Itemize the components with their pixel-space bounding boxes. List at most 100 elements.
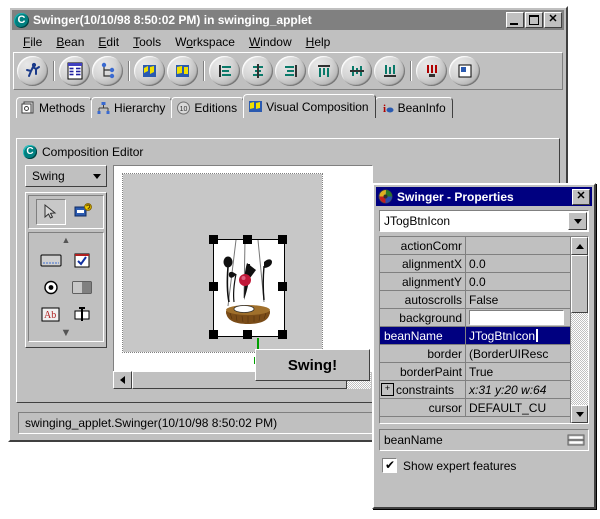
maximize-button[interactable] <box>525 12 543 28</box>
arrow-pointer-icon <box>44 203 56 219</box>
selection-pointer-tool[interactable] <box>35 199 66 225</box>
expand-plus-icon[interactable]: + <box>381 383 394 396</box>
color-value-field[interactable] <box>469 310 564 325</box>
connect-bean-2-button[interactable] <box>167 56 198 86</box>
property-value[interactable]: False <box>466 291 570 309</box>
swing-button[interactable]: Swing! <box>255 349 370 381</box>
run-button[interactable] <box>17 56 48 86</box>
property-value[interactable]: 0.0 <box>466 255 570 273</box>
align-top-button[interactable] <box>308 56 339 86</box>
separator-4 <box>406 58 415 84</box>
table-row[interactable]: border (BorderUIResc <box>380 345 570 363</box>
table-row[interactable]: + constraints x:31 y:20 w:64 <box>380 381 570 399</box>
main-window-titlebar[interactable]: C Swinger(10/10/98 8:50:02 PM) in swingi… <box>12 10 564 30</box>
choose-bean-tool[interactable] <box>68 199 97 223</box>
menu-file[interactable]: File <box>16 34 49 50</box>
show-expert-features-checkbox[interactable]: ✔ <box>382 458 397 473</box>
property-value[interactable]: DEFAULT_CU <box>466 399 570 417</box>
tab-methods[interactable]: Methods <box>16 97 93 118</box>
property-value-editing[interactable]: JTogBtnIcon <box>466 327 570 345</box>
vscroll-thumb[interactable] <box>571 255 588 313</box>
composition-editor-header: C Composition Editor <box>17 139 559 162</box>
hierarchy-button[interactable] <box>92 56 123 86</box>
property-value[interactable] <box>466 237 570 255</box>
vce-c-icon: C <box>14 12 29 28</box>
menu-help[interactable]: Help <box>299 34 338 50</box>
align-center-horizontal-icon <box>252 64 263 78</box>
resize-handle-ne[interactable] <box>278 235 287 244</box>
menu-tools[interactable]: Tools <box>126 34 168 50</box>
table-row[interactable]: actionComr <box>380 237 570 255</box>
palette-category-combo[interactable]: Swing <box>25 165 107 187</box>
chevron-down-icon <box>573 218 582 224</box>
check-mark-icon: ✔ <box>385 458 396 472</box>
align-center-h-button[interactable] <box>242 56 273 86</box>
vscroll-up-arrow[interactable] <box>571 237 588 255</box>
table-row[interactable]: autoscrolls False <box>380 291 570 309</box>
align-top-icon <box>317 65 330 77</box>
table-row[interactable]: background <box>380 309 570 327</box>
close-button[interactable]: ✕ <box>544 12 562 28</box>
resize-handle-sw[interactable] <box>209 330 218 339</box>
vscroll-down-arrow[interactable] <box>571 405 588 423</box>
selected-image-component[interactable] <box>205 231 291 343</box>
tab-hierarchy[interactable]: Hierarchy <box>91 97 173 118</box>
minimize-button[interactable] <box>506 12 524 28</box>
jcheckbox-bean[interactable] <box>67 248 96 272</box>
table-row[interactable]: alignmentX 0.0 <box>380 255 570 273</box>
align-right-button[interactable] <box>275 56 306 86</box>
resize-handle-nw[interactable] <box>209 235 218 244</box>
align-bottom-button[interactable] <box>374 56 405 86</box>
jlabel-bean[interactable]: Ab <box>36 302 65 326</box>
jbutton-bean[interactable] <box>36 248 65 272</box>
property-name: borderPaint <box>380 363 466 381</box>
resize-handle-w[interactable] <box>209 282 218 291</box>
property-value[interactable]: x:31 y:20 w:64 <box>466 381 570 399</box>
resize-handle-n[interactable] <box>243 235 252 244</box>
match-size-button[interactable] <box>449 56 480 86</box>
resize-handle-e[interactable] <box>278 282 287 291</box>
property-value[interactable]: (BorderUIResc <box>466 345 570 363</box>
property-name: actionComr <box>380 237 466 255</box>
property-editor-icon[interactable] <box>567 433 585 447</box>
tab-visual-composition[interactable]: Visual Composition <box>243 94 376 118</box>
chevron-down-icon[interactable] <box>93 173 101 179</box>
table-row[interactable]: cursor DEFAULT_CU <box>380 399 570 417</box>
menu-edit[interactable]: Edit <box>91 34 126 50</box>
menu-workspace[interactable]: Workspace <box>168 34 242 50</box>
tab-editions[interactable]: 10 Editions <box>171 97 245 118</box>
property-value[interactable]: True <box>466 363 570 381</box>
properties-dialog-titlebar[interactable]: Swinger - Properties ✕ <box>376 187 592 206</box>
align-left-button[interactable] <box>209 56 240 86</box>
properties-vscrollbar[interactable] <box>570 237 588 423</box>
menu-window[interactable]: Window <box>242 34 299 50</box>
property-value[interactable]: 0.0 <box>466 273 570 291</box>
properties-table[interactable]: actionComr alignmentX 0.0 alignmentY 0.0… <box>379 236 589 424</box>
jtextfield-bean[interactable] <box>67 302 96 326</box>
align-center-v-button[interactable] <box>341 56 372 86</box>
bean-selector-combo[interactable]: JTogBtnIcon <box>379 210 589 232</box>
property-name: beanName <box>380 327 466 345</box>
show-expert-features-row[interactable]: ✔ Show expert features <box>382 458 589 473</box>
connect-bean-button[interactable] <box>134 56 165 86</box>
property-edit-field[interactable]: beanName <box>379 429 589 451</box>
resize-handle-se[interactable] <box>278 330 287 339</box>
bean-selector-dropdown-button[interactable] <box>568 212 587 230</box>
table-row-selected[interactable]: beanName JTogBtnIcon <box>380 327 570 345</box>
property-value[interactable] <box>466 309 570 327</box>
editions-icon: 10 <box>176 101 191 115</box>
table-row[interactable]: alignmentY 0.0 <box>380 273 570 291</box>
palette-scroll-down-arrow[interactable]: ▼ <box>32 328 100 339</box>
tab-beaninfo[interactable]: i BeanInfo <box>374 97 453 118</box>
menu-bean[interactable]: Bean <box>49 34 91 50</box>
properties-table-button[interactable] <box>59 56 90 86</box>
palette-scroll-up-arrow[interactable]: ▲ <box>32 236 100 245</box>
properties-close-button[interactable]: ✕ <box>572 188 590 205</box>
table-row[interactable]: borderPaint True <box>380 363 570 381</box>
vscroll-track[interactable] <box>571 313 588 405</box>
distribute-button[interactable] <box>416 56 447 86</box>
separator-1 <box>49 58 58 84</box>
jtogglebutton-bean[interactable] <box>67 275 96 299</box>
jradiobutton-bean[interactable] <box>36 275 65 299</box>
hscroll-left-arrow[interactable] <box>113 371 132 389</box>
